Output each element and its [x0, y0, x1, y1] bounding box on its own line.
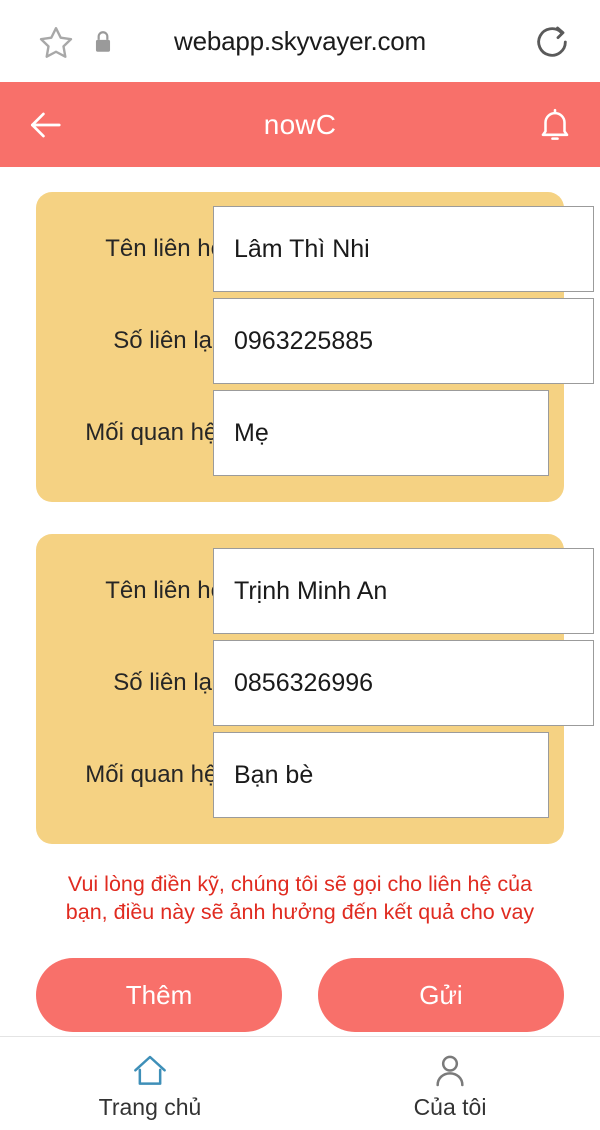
send-button[interactable]: Gửi: [318, 958, 564, 1032]
contact-phone-input[interactable]: 0963225885: [213, 298, 594, 384]
nav-label-home: Trang chủ: [98, 1094, 202, 1120]
field-label: Mối quan hệ:: [85, 761, 224, 788]
browser-address-bar: webapp.skyvayer.com: [0, 0, 600, 82]
page-title: nowC: [263, 108, 337, 140]
warning-line-2: bạn, điều này sẽ ảnh hưởng đến kết quả c…: [65, 900, 535, 924]
nav-item-home[interactable]: Trang chủ: [0, 1037, 300, 1130]
field-row-contact-phone: Số liên lạc 0856326996: [36, 640, 594, 726]
contact-card: Tên liên hệ Lâm Thì Nhi Số liên lạc 0963…: [36, 192, 594, 502]
app-header: nowC: [0, 82, 600, 167]
person-icon: [430, 1050, 470, 1092]
contact-relationship-input[interactable]: Bạn bè: [213, 732, 549, 818]
field-label: Số liên lạc: [113, 669, 224, 696]
warning-text: Vui lòng điền kỹ, chúng tôi sẽ gọi cho l…: [46, 870, 554, 926]
contact-name-input[interactable]: Lâm Thì Nhi: [213, 206, 594, 292]
field-row-contact-relationship: Mối quan hệ: Bạn bè: [36, 732, 564, 818]
home-icon: [130, 1050, 170, 1092]
bell-icon[interactable]: [536, 104, 574, 146]
field-label: Tên liên hệ: [105, 577, 224, 604]
app-root: webapp.skyvayer.com nowC Tên liên hệ Lâm…: [0, 0, 600, 1130]
nav-item-mine[interactable]: Của tôi: [300, 1037, 600, 1130]
nav-label-mine: Của tôi: [413, 1094, 487, 1120]
bottom-navigation: Trang chủ Của tôi: [0, 1036, 600, 1130]
field-row-contact-name: Tên liên hệ Lâm Thì Nhi: [36, 206, 594, 292]
contact-relationship-input[interactable]: Mẹ: [213, 390, 549, 476]
field-row-contact-relationship: Mối quan hệ: Mẹ: [36, 390, 564, 476]
contact-name-input[interactable]: Trịnh Minh An: [213, 548, 594, 634]
field-label: Tên liên hệ: [105, 235, 224, 262]
field-row-contact-name: Tên liên hệ Trịnh Minh An: [36, 548, 594, 634]
contact-card: Tên liên hệ Trịnh Minh An Số liên lạc 08…: [36, 534, 594, 844]
field-label: Số liên lạc: [113, 327, 224, 354]
contact-phone-input[interactable]: 0856326996: [213, 640, 594, 726]
warning-line-1: Vui lòng điền kỹ, chúng tôi sẽ gọi cho l…: [67, 872, 533, 896]
field-row-contact-phone: Số liên lạc 0963225885: [36, 298, 594, 384]
field-label: Mối quan hệ:: [85, 419, 224, 446]
url-text[interactable]: webapp.skyvayer.com: [0, 0, 600, 82]
add-button[interactable]: Thêm: [36, 958, 282, 1032]
reload-icon[interactable]: [532, 22, 572, 62]
